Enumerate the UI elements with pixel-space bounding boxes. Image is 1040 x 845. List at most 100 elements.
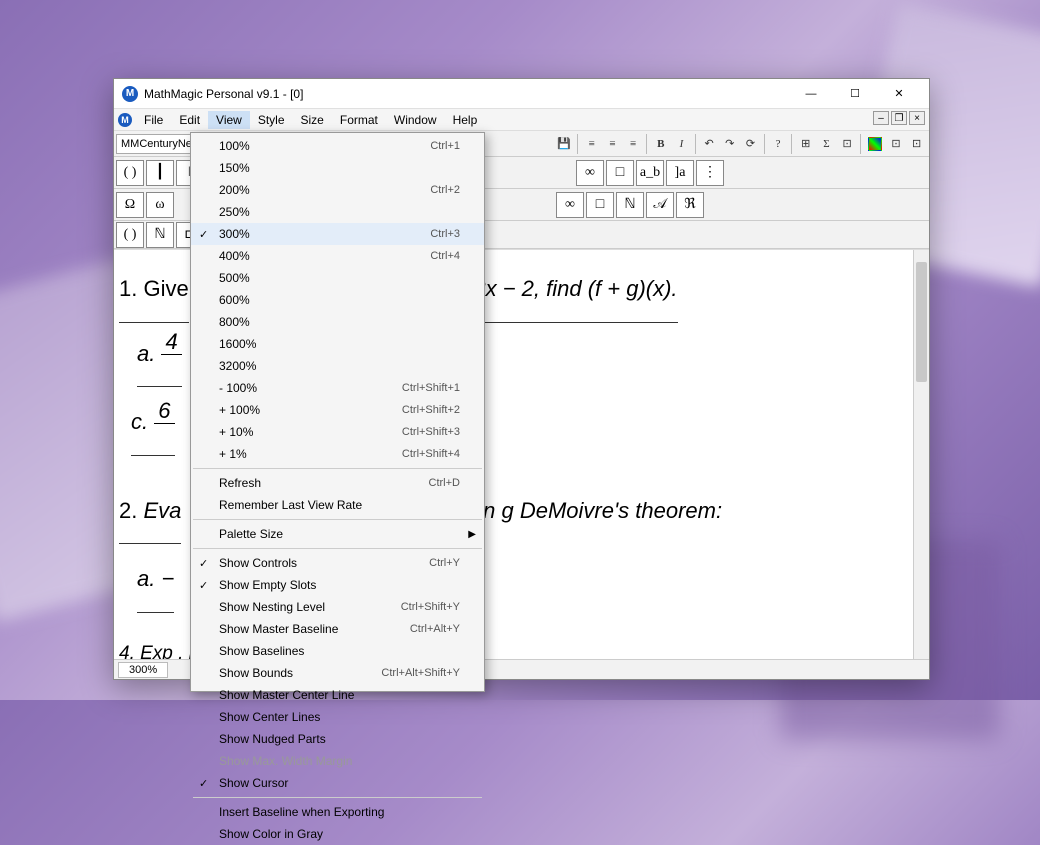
menu-item-3200-[interactable]: 3200%: [191, 355, 484, 377]
mdi-close[interactable]: ×: [909, 111, 925, 125]
color-button[interactable]: [868, 137, 881, 151]
menu-item--100-[interactable]: + 100%Ctrl+Shift+2: [191, 399, 484, 421]
menu-item-show-master-center-line[interactable]: Show Master Center Line: [191, 684, 484, 706]
palette-button[interactable]: ]a: [666, 160, 694, 186]
menu-size[interactable]: Size: [293, 111, 332, 129]
menu-item-500-[interactable]: 500%: [191, 267, 484, 289]
separator: [860, 134, 861, 154]
refresh-button[interactable]: ⟳: [740, 133, 761, 155]
palette-button[interactable]: ω: [146, 192, 174, 218]
mdi-restore[interactable]: ❐: [891, 111, 907, 125]
grid-button[interactable]: ⊡: [886, 133, 907, 155]
menu-item-show-nesting-level[interactable]: Show Nesting LevelCtrl+Shift+Y: [191, 596, 484, 618]
menu-item-label: Show Nesting Level: [219, 600, 401, 614]
minimize-button[interactable]: —: [789, 80, 833, 108]
menu-item-800-[interactable]: 800%: [191, 311, 484, 333]
menu-item-refresh[interactable]: RefreshCtrl+D: [191, 472, 484, 494]
menu-edit[interactable]: Edit: [171, 111, 208, 129]
table-button[interactable]: ⊡: [837, 133, 858, 155]
menu-item-palette-size[interactable]: Palette Size▶: [191, 523, 484, 545]
menu-item-show-nudged-parts[interactable]: Show Nudged Parts: [191, 728, 484, 750]
palette-button[interactable]: ┃: [146, 160, 174, 186]
save-button[interactable]: 💾: [554, 133, 575, 155]
menu-item-600-[interactable]: 600%: [191, 289, 484, 311]
menu-item-150-[interactable]: 150%: [191, 157, 484, 179]
palette-button[interactable]: ℜ: [676, 192, 704, 218]
menu-item-100-[interactable]: 100%Ctrl+1: [191, 135, 484, 157]
menu-item-remember-last-view-rate[interactable]: Remember Last View Rate: [191, 494, 484, 516]
menu-item-400-[interactable]: 400%Ctrl+4: [191, 245, 484, 267]
align-center-button[interactable]: ≡: [602, 133, 623, 155]
menu-item-label: Show Baselines: [219, 644, 460, 658]
undo-button[interactable]: ↶: [699, 133, 720, 155]
vertical-scrollbar[interactable]: [913, 250, 929, 659]
zoom-level[interactable]: 300%: [118, 662, 168, 678]
palette-button[interactable]: ( ): [116, 160, 144, 186]
titlebar[interactable]: M MathMagic Personal v9.1 - [0] — ☐ ✕: [114, 79, 929, 109]
menu-view[interactable]: View: [208, 111, 250, 129]
menu-item-show-master-baseline[interactable]: Show Master BaselineCtrl+Alt+Y: [191, 618, 484, 640]
submenu-arrow-icon: ▶: [468, 529, 476, 540]
menu-item-show-color-in-gray[interactable]: Show Color in Gray: [191, 823, 484, 845]
menu-file[interactable]: File: [136, 111, 171, 129]
menu-style[interactable]: Style: [250, 111, 293, 129]
menu-item-insert-baseline-when-exporting[interactable]: Insert Baseline when Exporting: [191, 801, 484, 823]
menu-item-shortcut: Ctrl+Shift+4: [402, 448, 460, 460]
menu-item-label: Refresh: [219, 476, 429, 490]
mdi-minimize[interactable]: –: [873, 111, 889, 125]
menu-item-label: 100%: [219, 139, 430, 153]
menu-item-label: 250%: [219, 205, 460, 219]
menu-item-shortcut: Ctrl+3: [430, 228, 460, 240]
menu-item-label: Show Bounds: [219, 666, 381, 680]
palette-button[interactable]: ℕ: [146, 222, 174, 248]
text: 6: [154, 399, 174, 424]
maximize-button[interactable]: ☐: [833, 80, 877, 108]
menu-item--100-[interactable]: - 100%Ctrl+Shift+1: [191, 377, 484, 399]
menu-help[interactable]: Help: [445, 111, 486, 129]
scrollbar-thumb[interactable]: [916, 262, 927, 382]
check-icon: ✓: [199, 228, 208, 241]
palette-button[interactable]: 𝒜: [646, 192, 674, 218]
menu-item-label: 800%: [219, 315, 460, 329]
grid2-button[interactable]: ⊡: [906, 133, 927, 155]
palette-button[interactable]: ( ): [116, 222, 144, 248]
menu-format[interactable]: Format: [332, 111, 386, 129]
menu-item-show-center-lines[interactable]: Show Center Lines: [191, 706, 484, 728]
italic-button[interactable]: I: [671, 133, 692, 155]
palette-button[interactable]: Ω: [116, 192, 144, 218]
sigma-button[interactable]: Σ: [816, 133, 837, 155]
palette-button[interactable]: ∞: [556, 192, 584, 218]
align-left-button[interactable]: ≡: [581, 133, 602, 155]
redo-button[interactable]: ↷: [719, 133, 740, 155]
menu-item-show-empty-slots[interactable]: ✓Show Empty Slots: [191, 574, 484, 596]
menu-item-shortcut: Ctrl+Shift+3: [402, 426, 460, 438]
menu-item--10-[interactable]: + 10%Ctrl+Shift+3: [191, 421, 484, 443]
help-button[interactable]: ?: [768, 133, 789, 155]
menu-item-show-baselines[interactable]: Show Baselines: [191, 640, 484, 662]
palette-button[interactable]: ∞: [576, 160, 604, 186]
menu-item-250-[interactable]: 250%: [191, 201, 484, 223]
bold-button[interactable]: B: [650, 133, 671, 155]
menu-item-300-[interactable]: ✓300%Ctrl+3: [191, 223, 484, 245]
menu-item-show-controls[interactable]: ✓Show ControlsCtrl+Y: [191, 552, 484, 574]
check-icon: ✓: [199, 579, 208, 592]
menu-item-200-[interactable]: 200%Ctrl+2: [191, 179, 484, 201]
menu-item--1-[interactable]: + 1%Ctrl+Shift+4: [191, 443, 484, 465]
palette-button[interactable]: ⋮: [696, 160, 724, 186]
menu-item-show-bounds[interactable]: Show BoundsCtrl+Alt+Shift+Y: [191, 662, 484, 684]
text: −: [161, 566, 174, 591]
menu-separator: [193, 519, 482, 520]
menu-window[interactable]: Window: [386, 111, 445, 129]
palette-button[interactable]: □: [586, 192, 614, 218]
palette-button[interactable]: a_b: [636, 160, 664, 186]
check-icon: ✓: [199, 777, 208, 790]
menu-item-1600-[interactable]: 1600%: [191, 333, 484, 355]
align-right-button[interactable]: ≡: [623, 133, 644, 155]
menu-item-label: - 100%: [219, 381, 402, 395]
palette-button[interactable]: ℕ: [616, 192, 644, 218]
close-button[interactable]: ✕: [877, 80, 921, 108]
check-icon: ✓: [199, 557, 208, 570]
menu-item-show-cursor[interactable]: ✓Show Cursor: [191, 772, 484, 794]
matrix-button[interactable]: ⊞: [795, 133, 816, 155]
palette-button[interactable]: □: [606, 160, 634, 186]
